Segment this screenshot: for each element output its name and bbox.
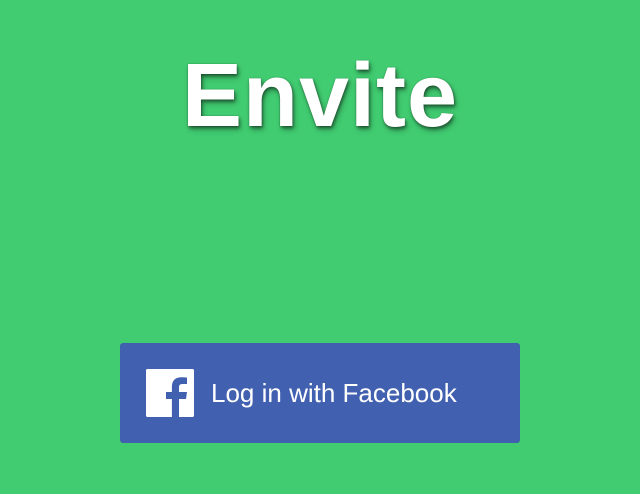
facebook-login-label: Log in with Facebook — [211, 378, 457, 408]
facebook-icon — [146, 369, 194, 417]
app-logo: Envite — [181, 46, 459, 146]
facebook-login-button[interactable]: Log in with Facebook — [120, 343, 520, 443]
login-screen: Envite Log in with Facebook — [0, 0, 640, 494]
